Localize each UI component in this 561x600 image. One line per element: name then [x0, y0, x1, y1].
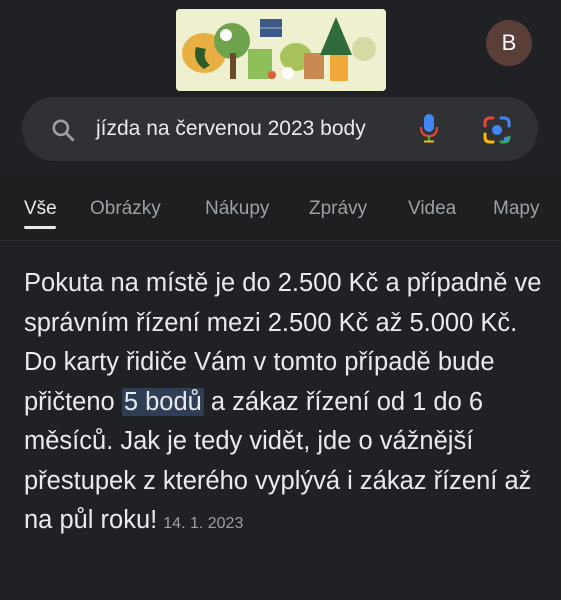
search-tabs: Vše Obrázky Nákupy Zprávy Videa Mapy [0, 178, 561, 240]
tab-images[interactable]: Obrázky [90, 198, 161, 220]
tab-maps[interactable]: Mapy [493, 198, 539, 220]
microphone-icon[interactable] [418, 113, 440, 143]
divider [0, 240, 561, 241]
search-query[interactable]: jízda na červenou 2023 body [96, 117, 366, 141]
tab-all[interactable]: Vše [24, 198, 57, 220]
google-lens-icon[interactable] [481, 114, 513, 146]
tab-news[interactable]: Zprávy [309, 198, 367, 220]
search-bar[interactable]: jízda na červenou 2023 body [22, 97, 538, 161]
snippet-highlight: 5 bodů [121, 387, 204, 416]
account-avatar[interactable]: B [486, 20, 532, 66]
tab-videos[interactable]: Videa [408, 198, 456, 220]
featured-snippet: Pokuta na místě je do 2.500 Kč a případn… [24, 264, 544, 544]
search-icon[interactable] [50, 117, 76, 143]
tab-shopping[interactable]: Nákupy [205, 198, 269, 220]
doodle-illustration-icon [176, 9, 386, 91]
top-bar: B [0, 0, 561, 95]
active-tab-indicator [24, 226, 56, 229]
google-doodle[interactable] [176, 9, 386, 91]
snippet-date: 14. 1. 2023 [163, 515, 244, 532]
